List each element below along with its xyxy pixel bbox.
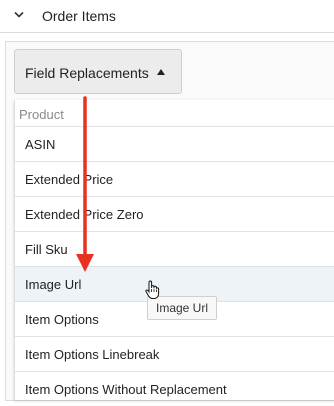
caret-up-icon — [157, 69, 165, 75]
menu-item-item-options-without-replacement[interactable]: Item Options Without Replacement — [15, 371, 334, 406]
menu-item-item-options-linebreak[interactable]: Item Options Linebreak — [15, 336, 334, 371]
menu-item-extended-price-zero[interactable]: Extended Price Zero — [15, 196, 334, 231]
menu-group-label: Product — [19, 107, 64, 122]
menu-item-label: Fill Sku — [25, 242, 68, 257]
menu-item-label: Item Options — [25, 312, 99, 327]
menu-item-label: Item Options Without Replacement — [25, 382, 227, 397]
menu-item-label: Item Options Linebreak — [25, 347, 160, 362]
field-replacements-button[interactable]: Field Replacements — [14, 49, 182, 94]
section-header[interactable]: Order Items — [0, 0, 334, 33]
menu-item-fill-sku[interactable]: Fill Sku — [15, 231, 334, 266]
hand-pointer-cursor-icon — [145, 280, 160, 299]
field-replacements-label: Field Replacements — [25, 65, 149, 81]
chevron-down-icon[interactable] — [14, 11, 24, 19]
section-title: Order Items — [42, 8, 116, 24]
menu-item-label: ASIN — [25, 137, 56, 152]
annotation-arrow — [76, 96, 94, 272]
menu-item-extended-price[interactable]: Extended Price — [15, 161, 334, 196]
menu-item-asin[interactable]: ASIN — [15, 126, 334, 161]
menu-item-label: Image Url — [25, 277, 82, 292]
